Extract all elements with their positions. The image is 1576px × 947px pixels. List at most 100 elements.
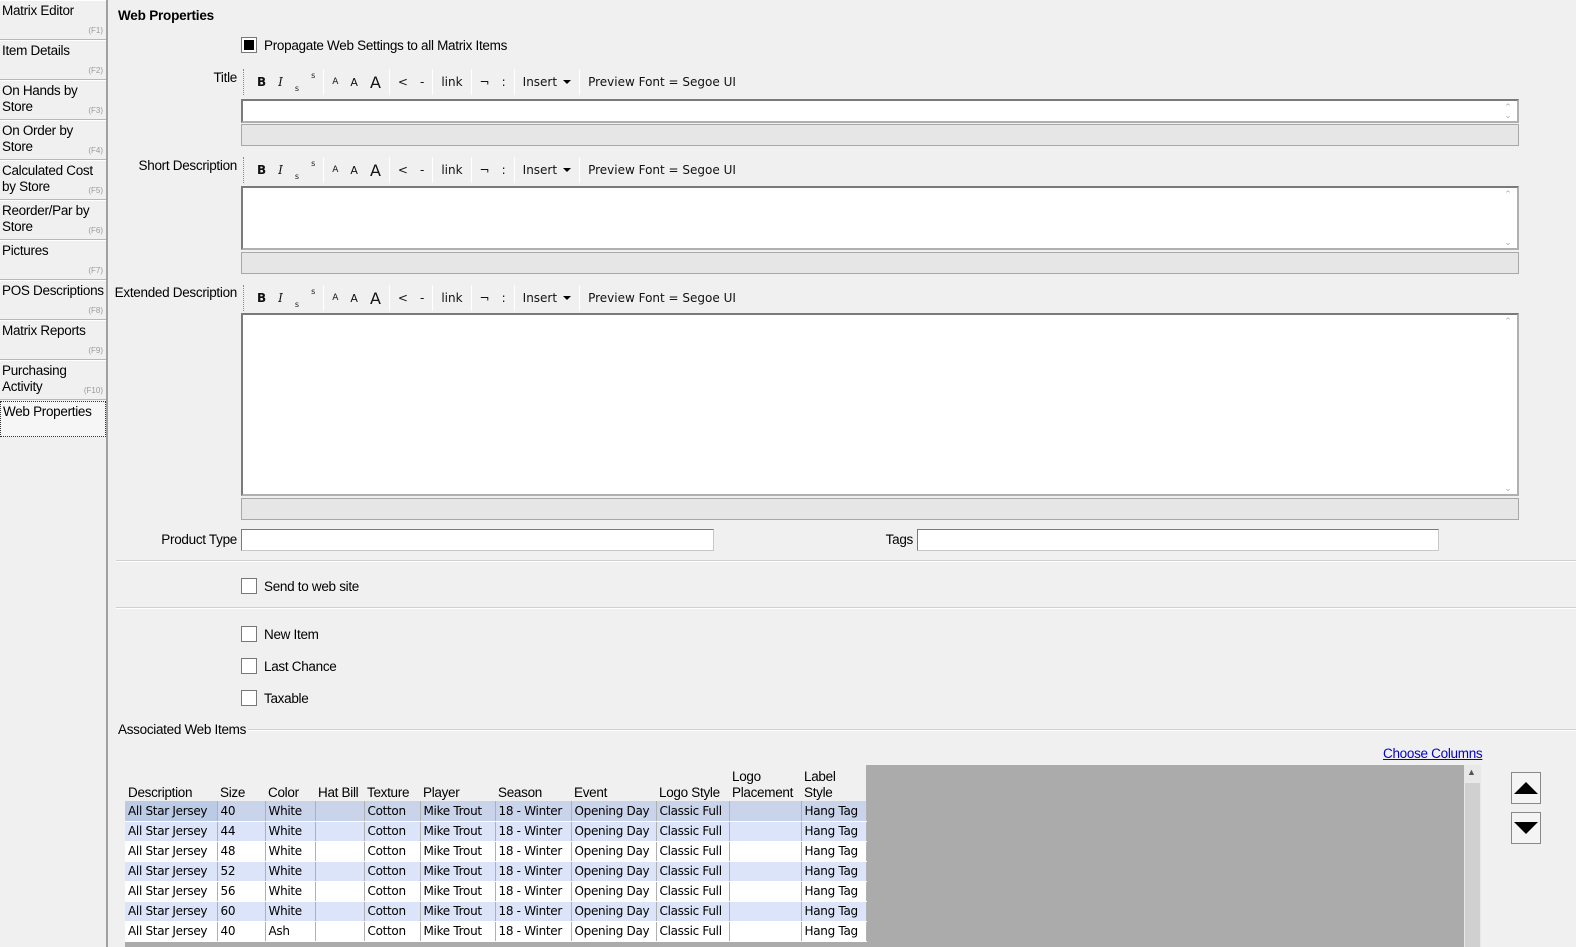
short-description-editor[interactable]: ⌃ ⌄: [241, 186, 1519, 250]
column-header[interactable]: Size: [217, 765, 265, 801]
scroll-down-icon[interactable]: ⌄: [1503, 238, 1513, 247]
font-large-button[interactable]: A: [364, 285, 387, 311]
not-symbol-button[interactable]: ¬: [474, 285, 496, 311]
bold-button[interactable]: B: [251, 69, 272, 95]
superscript-button[interactable]: s: [305, 69, 321, 95]
sidebar-item-web-properties[interactable]: Web Properties: [0, 401, 106, 437]
superscript-button[interactable]: s: [305, 157, 321, 183]
superscript-button[interactable]: s: [305, 285, 321, 311]
insert-dropdown[interactable]: Insert: [517, 285, 577, 311]
column-header[interactable]: Label Style: [801, 765, 866, 801]
grid-vertical-scrollbar[interactable]: ▲: [1464, 765, 1481, 947]
propagate-checkbox[interactable]: [241, 37, 257, 53]
not-symbol-button[interactable]: ¬: [474, 69, 496, 95]
associated-web-items-title: Associated Web Items: [118, 722, 247, 737]
table-row[interactable]: All Star Jersey 40 Ash Cotton Mike Trout…: [125, 921, 867, 942]
short-description-label: Short Description: [138, 158, 238, 173]
send-to-web-checkbox[interactable]: [241, 578, 257, 594]
cell-color: White: [265, 861, 316, 882]
toolbar-grip[interactable]: [243, 157, 247, 183]
italic-button[interactable]: I: [272, 285, 289, 311]
move-down-button[interactable]: [1511, 812, 1541, 844]
italic-button[interactable]: I: [272, 157, 289, 183]
scroll-up-icon[interactable]: ⌃: [1503, 190, 1513, 199]
short-description-scrollbar[interactable]: ⌃ ⌄: [1500, 188, 1517, 248]
column-header[interactable]: Logo Placement: [729, 765, 801, 801]
link-button[interactable]: link: [435, 285, 468, 311]
subscript-button[interactable]: s: [289, 285, 305, 311]
column-header[interactable]: Logo Style: [656, 765, 729, 801]
sidebar-item-reorder-par-by-store[interactable]: Reorder/Par by Store (F6): [0, 200, 106, 240]
column-header[interactable]: Player: [420, 765, 495, 801]
extended-description-editor[interactable]: ⌃ ⌄: [241, 313, 1519, 496]
not-symbol-button[interactable]: ¬: [474, 157, 496, 183]
font-medium-button[interactable]: A: [344, 69, 364, 95]
sidebar-item-matrix-editor[interactable]: Matrix Editor (F1): [0, 0, 106, 40]
scroll-up-icon[interactable]: ⌃: [1503, 317, 1513, 326]
outdent-button[interactable]: <: [392, 69, 414, 95]
insert-dropdown[interactable]: Insert: [517, 69, 577, 95]
column-header[interactable]: Event: [571, 765, 656, 801]
cell-texture: Cotton: [364, 821, 421, 842]
colon-button[interactable]: :: [496, 157, 512, 183]
table-row[interactable]: All Star Jersey 48 White Cotton Mike Tro…: [125, 841, 867, 862]
sidebar-item-item-details[interactable]: Item Details (F2): [0, 40, 106, 80]
italic-button[interactable]: I: [272, 69, 289, 95]
extended-description-scrollbar[interactable]: ⌃ ⌄: [1500, 315, 1517, 494]
column-header[interactable]: Color: [265, 765, 315, 801]
table-row[interactable]: All Star Jersey 52 White Cotton Mike Tro…: [125, 861, 867, 882]
font-large-button[interactable]: A: [364, 69, 387, 95]
subscript-button[interactable]: s: [289, 69, 305, 95]
product-type-input[interactable]: [241, 529, 714, 551]
dash-button[interactable]: -: [414, 157, 430, 183]
dash-button[interactable]: -: [414, 69, 430, 95]
colon-button[interactable]: :: [496, 285, 512, 311]
subscript-button[interactable]: s: [289, 157, 305, 183]
choose-columns-link[interactable]: Choose Columns: [1383, 746, 1483, 761]
move-up-button[interactable]: [1511, 772, 1541, 804]
last-chance-checkbox[interactable]: [241, 658, 257, 674]
sidebar-item-on-hands-by-store[interactable]: On Hands by Store (F3): [0, 80, 106, 120]
insert-dropdown[interactable]: Insert: [517, 157, 577, 183]
new-item-checkbox[interactable]: [241, 626, 257, 642]
column-header[interactable]: Hat Bill: [315, 765, 364, 801]
sidebar-item-matrix-reports[interactable]: Matrix Reports (F9): [0, 320, 106, 360]
link-button[interactable]: link: [435, 69, 468, 95]
scrollbar-thumb[interactable]: [1465, 783, 1480, 947]
table-row[interactable]: All Star Jersey 60 White Cotton Mike Tro…: [125, 901, 867, 922]
table-row[interactable]: All Star Jersey 56 White Cotton Mike Tro…: [125, 881, 867, 902]
table-row[interactable]: All Star Jersey 44 White Cotton Mike Tro…: [125, 821, 867, 842]
outdent-button[interactable]: <: [392, 157, 414, 183]
sidebar-item-pos-descriptions[interactable]: POS Descriptions (F8): [0, 280, 106, 320]
column-header[interactable]: Description: [125, 765, 217, 801]
toolbar-grip[interactable]: [243, 69, 247, 95]
table-row[interactable]: All Star Jersey 40 White Cotton Mike Tro…: [125, 801, 867, 822]
font-medium-button[interactable]: A: [344, 285, 364, 311]
font-small-button[interactable]: A: [326, 285, 344, 311]
link-button[interactable]: link: [435, 157, 468, 183]
sidebar-item-on-order-by-store[interactable]: On Order by Store (F4): [0, 120, 106, 160]
bold-button[interactable]: B: [251, 285, 272, 311]
scroll-down-icon[interactable]: ⌄: [1503, 111, 1513, 120]
dash-button[interactable]: -: [414, 285, 430, 311]
scroll-up-icon[interactable]: ▲: [1467, 767, 1476, 777]
font-small-button[interactable]: A: [326, 157, 344, 183]
font-large-button[interactable]: A: [364, 157, 387, 183]
sidebar-item-calculated-cost-by-store[interactable]: Calculated Cost by Store (F5): [0, 160, 106, 200]
colon-button[interactable]: :: [496, 69, 512, 95]
column-header[interactable]: Season: [495, 765, 571, 801]
outdent-button[interactable]: <: [392, 285, 414, 311]
font-small-button[interactable]: A: [326, 69, 344, 95]
bold-button[interactable]: B: [251, 157, 272, 183]
font-medium-button[interactable]: A: [344, 157, 364, 183]
title-editor[interactable]: ⌃ ⌄: [241, 99, 1519, 123]
sidebar-item-pictures[interactable]: Pictures (F7): [0, 240, 106, 280]
column-header[interactable]: Texture: [364, 765, 420, 801]
taxable-checkbox[interactable]: [241, 690, 257, 706]
sidebar-item-purchasing-activity[interactable]: Purchasing Activity (F10): [0, 360, 106, 400]
scroll-down-icon[interactable]: ⌄: [1503, 484, 1513, 493]
title-editor-scrollbar[interactable]: ⌃ ⌄: [1500, 101, 1517, 121]
tags-input[interactable]: [917, 529, 1439, 551]
toolbar-grip[interactable]: [243, 285, 247, 311]
cell-label-style: Hang Tag: [801, 801, 867, 822]
